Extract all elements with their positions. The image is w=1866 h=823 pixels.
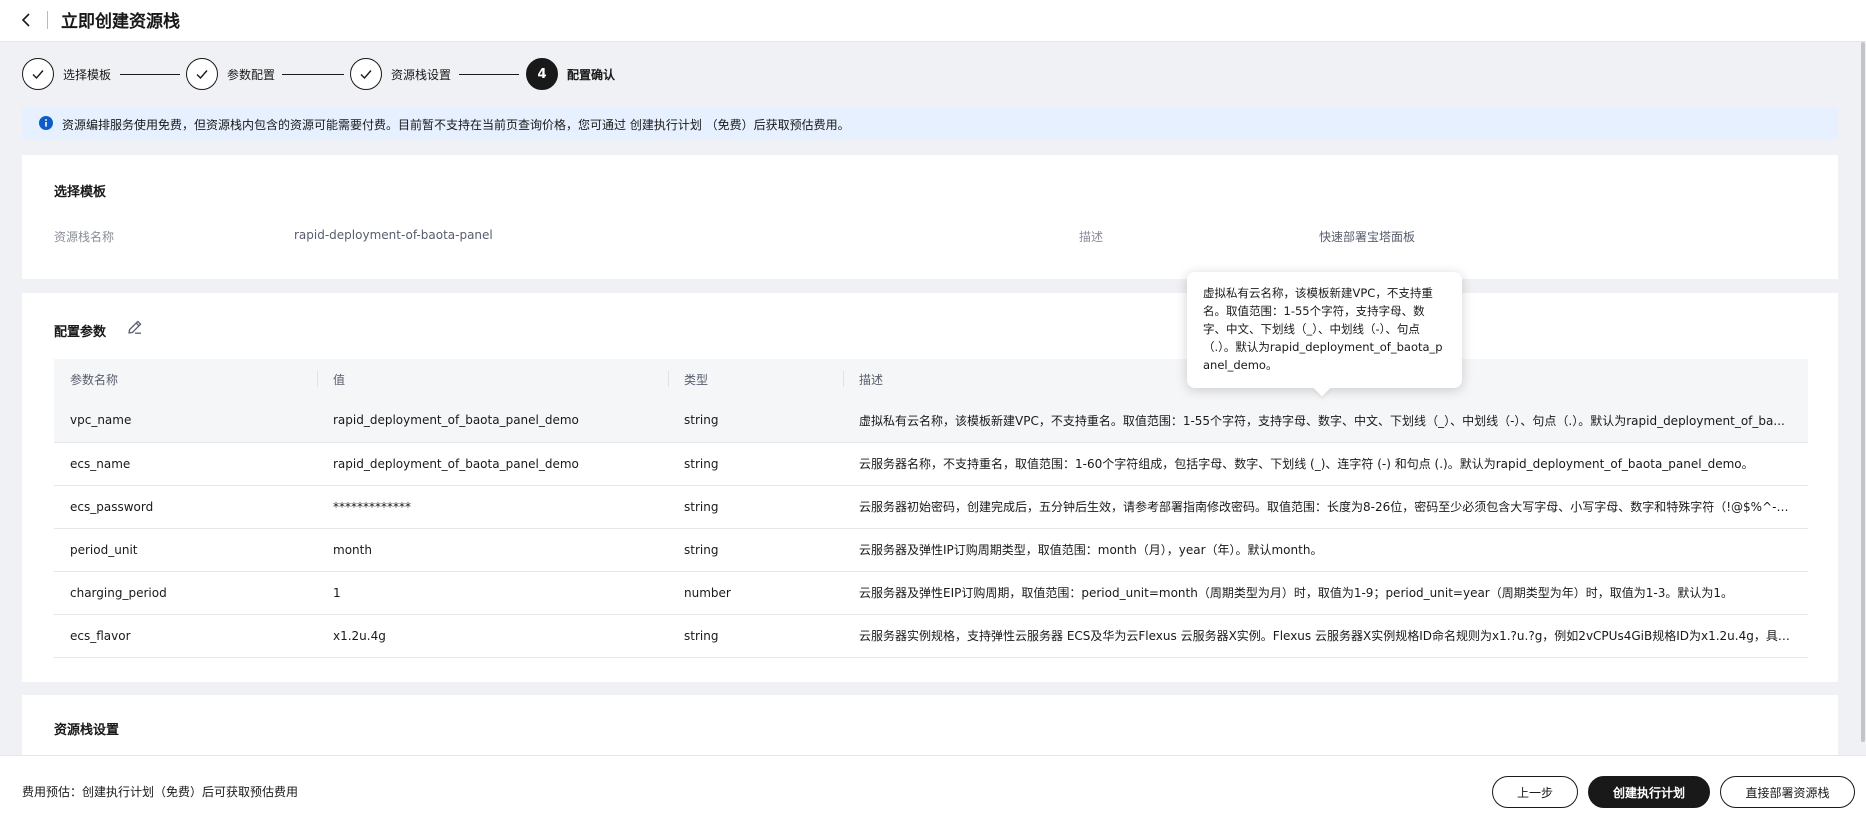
tooltip-text: 虚拟私有云名称，该模板新建VPC，不支持重名。取值范围：1-55个字符，支持字母… [1203,286,1443,372]
step-number: 4 [526,58,558,90]
param-value: rapid_deployment_of_baota_panel_demo [317,442,668,486]
create-plan-button[interactable]: 创建执行计划 [1588,776,1710,808]
section-title: 资源栈设置 [54,723,120,738]
stack-name-label: 资源栈名称 [54,230,115,244]
chevron-left-icon[interactable] [16,9,38,31]
table-row[interactable]: charging_period 1 number 云服务器及弹性EIP订购周期，… [54,571,1808,615]
param-description[interactable]: 虚拟私有云名称，该模板新建VPC，不支持重名。取值范围：1-55个字符，支持字母… [843,399,1808,443]
info-banner: 资源编排服务使用免费，但资源栈内包含的资源可能需要付费。目前暂不支持在当前页查询… [22,107,1838,139]
param-description[interactable]: 云服务器名称，不支持重名，取值范围：1-60个字符组成，包括字母、数字、下划线 … [843,442,1808,486]
scrollbar-thumb[interactable] [1861,42,1865,742]
param-type: string [668,399,843,443]
param-description[interactable]: 云服务器及弹性IP订购周期类型，取值范围：month（月），year（年）。默认… [843,528,1808,572]
param-description[interactable]: 云服务器及弹性EIP订购周期，取值范围：period_unit=month（周期… [843,571,1808,615]
section-title: 选择模板 [54,185,107,200]
table-header-row: 参数名称 值 类型 描述 [54,359,1808,399]
description-tooltip: 虚拟私有云名称，该模板新建VPC，不支持重名。取值范围：1-55个字符，支持字母… [1187,272,1462,397]
param-name: ecs_flavor [54,614,317,658]
step-done-icon [350,58,382,90]
info-text: 资源编排服务使用免费，但资源栈内包含的资源可能需要付费。目前暂不支持在当前页查询… [62,118,850,132]
description-label: 描述 [1079,230,1104,244]
step-1: 选择模板 [22,58,111,90]
deploy-stack-button[interactable]: 直接部署资源栈 [1720,776,1855,808]
template-section: 选择模板 资源栈名称 rapid-deployment-of-baota-pan… [22,155,1838,279]
step-label: 选择模板 [63,67,112,82]
cost-estimate-text: 费用预估：创建执行计划（免费）后可获取预估费用 [22,785,299,799]
param-value: x1.2u.4g [317,614,668,658]
stack-settings-section: 资源栈设置 [22,695,1838,755]
top-bar: 立即创建资源栈 [0,0,1866,42]
section-title: 配置参数 [54,325,107,340]
step-done-icon [22,58,54,90]
table-row[interactable]: ecs_flavor x1.2u.4g string 云服务器实例规格，支持弹性… [54,614,1808,658]
param-type: string [668,528,843,572]
footer-bar: 费用预估：创建执行计划（免费）后可获取预估费用 上一步 创建执行计划 直接部署资… [0,755,1866,823]
param-type: string [668,485,843,529]
column-header: 类型 [668,359,843,399]
table-row[interactable]: vpc_name rapid_deployment_of_baota_panel… [54,399,1808,443]
params-table: 参数名称 值 类型 描述 vpc_name rapid_deployment_o… [54,359,1808,658]
param-type: string [668,442,843,486]
param-type: number [668,571,843,615]
step-connector [120,74,180,75]
title-divider [47,11,48,29]
param-name: charging_period [54,571,317,615]
params-section: 配置参数 参数名称 值 类型 描述 vpc_name rapid_deploym… [22,293,1838,682]
page-scrollbar[interactable] [1860,42,1866,755]
column-header: 值 [317,359,668,399]
param-name: period_unit [54,528,317,572]
edit-icon[interactable] [126,318,144,336]
step-2: 参数配置 [186,58,275,90]
description-value: 快速部署宝塔面板 [1319,230,1416,244]
table-row[interactable]: ecs_name rapid_deployment_of_baota_panel… [54,442,1808,486]
info-icon [39,116,53,130]
prev-step-button[interactable]: 上一步 [1492,776,1578,808]
param-description[interactable]: 云服务器初始密码，创建完成后，五分钟后生效，请参考部署指南修改密码。取值范围：长… [843,485,1808,529]
table-row[interactable]: period_unit month string 云服务器及弹性IP订购周期类型… [54,528,1808,572]
step-connector [282,74,344,75]
param-name: ecs_password [54,485,317,529]
param-name: vpc_name [54,399,317,443]
param-type: string [668,614,843,658]
stack-name-value: rapid-deployment-of-baota-panel [294,228,493,242]
step-4: 4 配置确认 [526,58,615,90]
table-row[interactable]: ecs_password ************* string 云服务器初始… [54,485,1808,529]
param-value: ************* [317,485,668,529]
column-header: 参数名称 [54,359,317,399]
param-description[interactable]: 云服务器实例规格，支持弹性云服务器 ECS及华为云Flexus 云服务器X实例。… [843,614,1808,658]
param-value: month [317,528,668,572]
param-name: ecs_name [54,442,317,486]
step-label: 资源栈设置 [391,67,452,82]
step-connector [459,74,519,75]
step-label: 配置确认 [567,67,616,82]
step-done-icon [186,58,218,90]
page-title: 立即创建资源栈 [61,12,180,32]
param-value: 1 [317,571,668,615]
step-3: 资源栈设置 [350,58,451,90]
param-value: rapid_deployment_of_baota_panel_demo [317,399,668,443]
step-label: 参数配置 [227,67,276,82]
